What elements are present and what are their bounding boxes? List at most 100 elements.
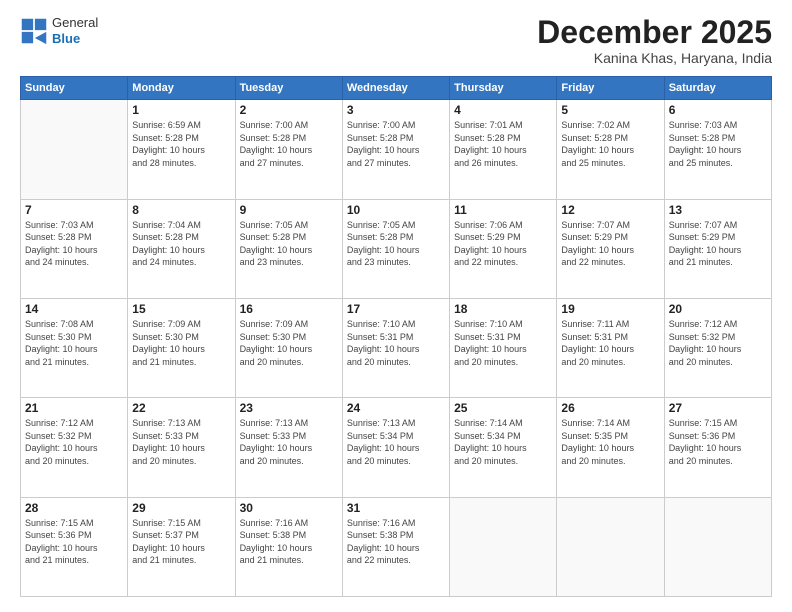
day-info: Sunrise: 7:13 AM Sunset: 5:34 PM Dayligh… — [347, 417, 445, 467]
calendar-cell: 29Sunrise: 7:15 AM Sunset: 5:37 PM Dayli… — [128, 497, 235, 596]
day-info: Sunrise: 7:10 AM Sunset: 5:31 PM Dayligh… — [454, 318, 552, 368]
day-info: Sunrise: 7:15 AM Sunset: 5:36 PM Dayligh… — [669, 417, 767, 467]
calendar: Sunday Monday Tuesday Wednesday Thursday… — [20, 76, 772, 597]
calendar-cell: 26 Sunrise: 7:14 AM Sunset: 5:35 PM Dayli… — [557, 398, 664, 497]
header: General Blue December 2025 Kanina Khas, … — [20, 15, 772, 66]
calendar-cell — [21, 100, 128, 199]
day-number: 7 — [25, 203, 123, 217]
day-info: Sunrise: 7:00 AM Sunset: 5:28 PM Dayligh… — [347, 119, 445, 169]
day-info: Sunrise: 7:00 AM Sunset: 5:28 PM Dayligh… — [240, 119, 338, 169]
day-number: 20 — [669, 302, 767, 316]
day-info: Sunrise: 6:59 AM Sunset: 5:28 PM Dayligh… — [132, 119, 230, 169]
day-info: Sunrise: 7:02 AM Sunset: 5:28 PM Dayligh… — [561, 119, 659, 169]
days-row: Sunday Monday Tuesday Wednesday Thursday… — [21, 77, 772, 100]
day-info: Sunrise: 7:07 AM Sunset: 5:29 PM Dayligh… — [669, 219, 767, 269]
calendar-cell: 24 Sunrise: 7:13 AM Sunset: 5:34 PM Dayli… — [342, 398, 449, 497]
day-info: Sunrise: 7:12 AM Sunset: 5:32 PM Dayligh… — [669, 318, 767, 368]
day-number: 27 — [669, 401, 767, 415]
calendar-cell: 2Sunrise: 7:00 AM Sunset: 5:28 PM Daylig… — [235, 100, 342, 199]
calendar-cell: 25 Sunrise: 7:14 AM Sunset: 5:34 PM Dayli… — [450, 398, 557, 497]
calendar-cell: 8 Sunrise: 7:04 AM Sunset: 5:28 PM Daylig… — [128, 199, 235, 298]
calendar-cell: 11 Sunrise: 7:06 AM Sunset: 5:29 PM Dayli… — [450, 199, 557, 298]
calendar-body: 1Sunrise: 6:59 AM Sunset: 5:28 PM Daylig… — [21, 100, 772, 597]
calendar-cell: 3 Sunrise: 7:00 AM Sunset: 5:28 PM Daylig… — [342, 100, 449, 199]
day-info: Sunrise: 7:13 AM Sunset: 5:33 PM Dayligh… — [240, 417, 338, 467]
calendar-cell: 13Sunrise: 7:07 AM Sunset: 5:29 PM Dayli… — [664, 199, 771, 298]
calendar-cell: 10 Sunrise: 7:05 AM Sunset: 5:28 PM Dayli… — [342, 199, 449, 298]
day-number: 31 — [347, 501, 445, 515]
day-info: Sunrise: 7:05 AM Sunset: 5:28 PM Dayligh… — [240, 219, 338, 269]
calendar-cell: 9Sunrise: 7:05 AM Sunset: 5:28 PM Daylig… — [235, 199, 342, 298]
month-title: December 2025 — [537, 15, 772, 50]
day-number: 24 — [347, 401, 445, 415]
day-number: 5 — [561, 103, 659, 117]
calendar-cell: 17 Sunrise: 7:10 AM Sunset: 5:31 PM Dayli… — [342, 298, 449, 397]
day-info: Sunrise: 7:15 AM Sunset: 5:36 PM Dayligh… — [25, 517, 123, 567]
calendar-week-5: 28 Sunrise: 7:15 AM Sunset: 5:36 PM Dayli… — [21, 497, 772, 596]
day-info: Sunrise: 7:16 AM Sunset: 5:38 PM Dayligh… — [240, 517, 338, 567]
calendar-week-4: 21Sunrise: 7:12 AM Sunset: 5:32 PM Dayli… — [21, 398, 772, 497]
calendar-cell: 30 Sunrise: 7:16 AM Sunset: 5:38 PM Dayli… — [235, 497, 342, 596]
calendar-cell — [664, 497, 771, 596]
calendar-cell: 16 Sunrise: 7:09 AM Sunset: 5:30 PM Dayli… — [235, 298, 342, 397]
day-number: 21 — [25, 401, 123, 415]
calendar-week-1: 1Sunrise: 6:59 AM Sunset: 5:28 PM Daylig… — [21, 100, 772, 199]
calendar-cell: 28 Sunrise: 7:15 AM Sunset: 5:36 PM Dayli… — [21, 497, 128, 596]
calendar-week-3: 14 Sunrise: 7:08 AM Sunset: 5:30 PM Dayli… — [21, 298, 772, 397]
day-info: Sunrise: 7:05 AM Sunset: 5:28 PM Dayligh… — [347, 219, 445, 269]
day-number: 28 — [25, 501, 123, 515]
col-thursday: Thursday — [450, 77, 557, 100]
day-info: Sunrise: 7:03 AM Sunset: 5:28 PM Dayligh… — [25, 219, 123, 269]
col-saturday: Saturday — [664, 77, 771, 100]
calendar-cell: 5 Sunrise: 7:02 AM Sunset: 5:28 PM Daylig… — [557, 100, 664, 199]
day-info: Sunrise: 7:06 AM Sunset: 5:29 PM Dayligh… — [454, 219, 552, 269]
calendar-cell — [557, 497, 664, 596]
day-number: 22 — [132, 401, 230, 415]
day-number: 19 — [561, 302, 659, 316]
day-number: 12 — [561, 203, 659, 217]
col-wednesday: Wednesday — [342, 77, 449, 100]
logo: General Blue — [20, 15, 98, 46]
day-info: Sunrise: 7:01 AM Sunset: 5:28 PM Dayligh… — [454, 119, 552, 169]
day-info: Sunrise: 7:14 AM Sunset: 5:35 PM Dayligh… — [561, 417, 659, 467]
calendar-cell: 6Sunrise: 7:03 AM Sunset: 5:28 PM Daylig… — [664, 100, 771, 199]
day-info: Sunrise: 7:07 AM Sunset: 5:29 PM Dayligh… — [561, 219, 659, 269]
day-info: Sunrise: 7:04 AM Sunset: 5:28 PM Dayligh… — [132, 219, 230, 269]
day-number: 14 — [25, 302, 123, 316]
logo-icon — [20, 17, 48, 45]
calendar-cell: 23Sunrise: 7:13 AM Sunset: 5:33 PM Dayli… — [235, 398, 342, 497]
title-block: December 2025 Kanina Khas, Haryana, Indi… — [537, 15, 772, 66]
day-info: Sunrise: 7:09 AM Sunset: 5:30 PM Dayligh… — [240, 318, 338, 368]
day-number: 11 — [454, 203, 552, 217]
day-number: 30 — [240, 501, 338, 515]
day-info: Sunrise: 7:11 AM Sunset: 5:31 PM Dayligh… — [561, 318, 659, 368]
day-number: 17 — [347, 302, 445, 316]
calendar-cell: 4Sunrise: 7:01 AM Sunset: 5:28 PM Daylig… — [450, 100, 557, 199]
calendar-cell: 27 Sunrise: 7:15 AM Sunset: 5:36 PM Dayli… — [664, 398, 771, 497]
col-friday: Friday — [557, 77, 664, 100]
calendar-cell — [450, 497, 557, 596]
col-sunday: Sunday — [21, 77, 128, 100]
day-info: Sunrise: 7:14 AM Sunset: 5:34 PM Dayligh… — [454, 417, 552, 467]
day-number: 10 — [347, 203, 445, 217]
day-info: Sunrise: 7:10 AM Sunset: 5:31 PM Dayligh… — [347, 318, 445, 368]
col-tuesday: Tuesday — [235, 77, 342, 100]
col-monday: Monday — [128, 77, 235, 100]
calendar-cell: 20 Sunrise: 7:12 AM Sunset: 5:32 PM Dayli… — [664, 298, 771, 397]
day-number: 3 — [347, 103, 445, 117]
calendar-header: Sunday Monday Tuesday Wednesday Thursday… — [21, 77, 772, 100]
calendar-cell: 12 Sunrise: 7:07 AM Sunset: 5:29 PM Dayli… — [557, 199, 664, 298]
day-number: 25 — [454, 401, 552, 415]
calendar-cell: 18Sunrise: 7:10 AM Sunset: 5:31 PM Dayli… — [450, 298, 557, 397]
calendar-cell: 7 Sunrise: 7:03 AM Sunset: 5:28 PM Daylig… — [21, 199, 128, 298]
calendar-week-2: 7 Sunrise: 7:03 AM Sunset: 5:28 PM Daylig… — [21, 199, 772, 298]
calendar-cell: 21Sunrise: 7:12 AM Sunset: 5:32 PM Dayli… — [21, 398, 128, 497]
location: Kanina Khas, Haryana, India — [537, 50, 772, 66]
day-info: Sunrise: 7:09 AM Sunset: 5:30 PM Dayligh… — [132, 318, 230, 368]
day-number: 26 — [561, 401, 659, 415]
day-number: 16 — [240, 302, 338, 316]
day-number: 15 — [132, 302, 230, 316]
day-info: Sunrise: 7:03 AM Sunset: 5:28 PM Dayligh… — [669, 119, 767, 169]
day-number: 8 — [132, 203, 230, 217]
day-info: Sunrise: 7:08 AM Sunset: 5:30 PM Dayligh… — [25, 318, 123, 368]
